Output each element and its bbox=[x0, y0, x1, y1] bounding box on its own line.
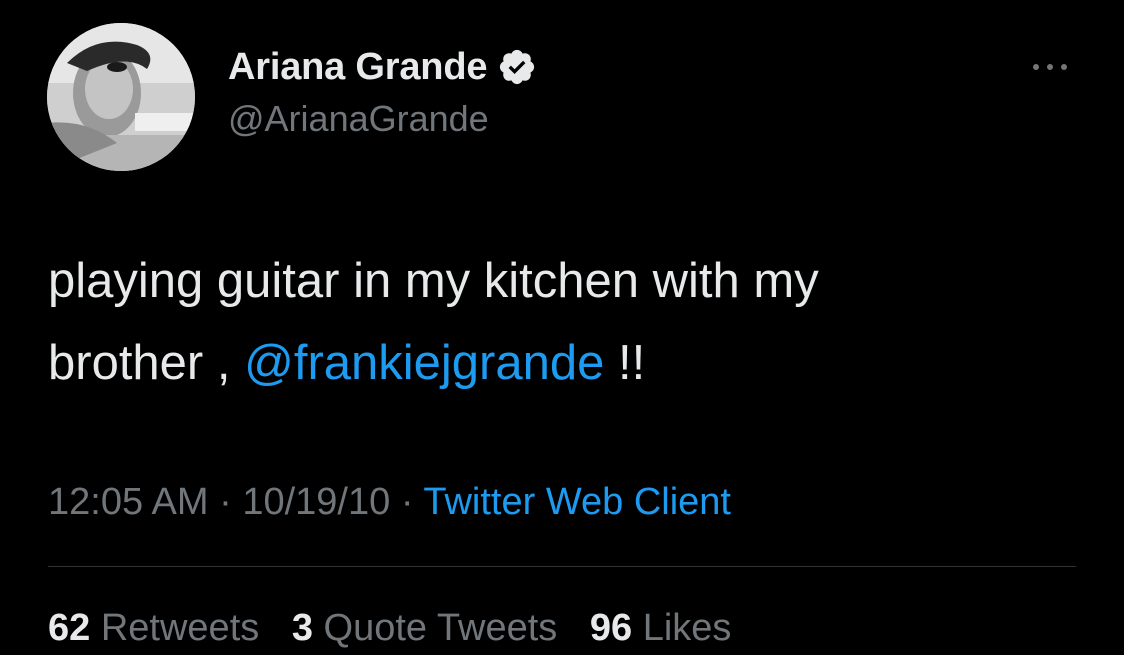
tweet-source-link[interactable]: Twitter Web Client bbox=[423, 481, 731, 523]
likes-label: Likes bbox=[642, 607, 732, 649]
likes-stat[interactable]: 96 Likes bbox=[590, 607, 732, 649]
meta-separator: · bbox=[208, 481, 243, 523]
tweet-text: playing guitar in my kitchen with my bro… bbox=[48, 240, 1088, 404]
author-handle[interactable]: @ArianaGrande bbox=[228, 98, 489, 140]
tweet-text-line2: brother , @frankiejgrande !! bbox=[48, 322, 1088, 404]
tweet-date[interactable]: 10/19/10 bbox=[242, 481, 390, 523]
more-options-icon[interactable] bbox=[1028, 52, 1072, 82]
tweet-time[interactable]: 12:05 AM bbox=[48, 481, 209, 523]
retweets-count: 62 bbox=[48, 607, 91, 649]
tweet-text-line2-prefix: brother , bbox=[48, 336, 245, 390]
quote-tweets-stat[interactable]: 3 Quote Tweets bbox=[292, 607, 557, 649]
tweet-meta: 12:05 AM · 10/19/10 · Twitter Web Client bbox=[48, 476, 731, 528]
verified-badge-icon bbox=[497, 47, 537, 87]
avatar-photo bbox=[47, 23, 195, 171]
quote-tweets-label: Quote Tweets bbox=[323, 607, 558, 649]
retweets-stat[interactable]: 62 Retweets bbox=[48, 607, 259, 649]
quote-tweets-count: 3 bbox=[291, 607, 313, 649]
divider bbox=[48, 566, 1076, 567]
author-row: Ariana Grande bbox=[228, 42, 537, 92]
display-name[interactable]: Ariana Grande bbox=[228, 46, 487, 89]
mention-link[interactable]: @frankiejgrande bbox=[244, 336, 604, 390]
avatar[interactable] bbox=[47, 23, 195, 171]
tweet-text-line2-suffix: !! bbox=[604, 336, 646, 390]
retweets-label: Retweets bbox=[100, 607, 260, 649]
likes-count: 96 bbox=[589, 607, 633, 649]
meta-separator: · bbox=[390, 481, 424, 523]
tweet-text-line1: playing guitar in my kitchen with my bbox=[48, 254, 819, 308]
engagement-stats: 62 Retweets 3 Quote Tweets 96 Likes bbox=[48, 602, 753, 654]
tweet-detail: Ariana Grande @ArianaGrande playing guit… bbox=[0, 0, 1124, 655]
